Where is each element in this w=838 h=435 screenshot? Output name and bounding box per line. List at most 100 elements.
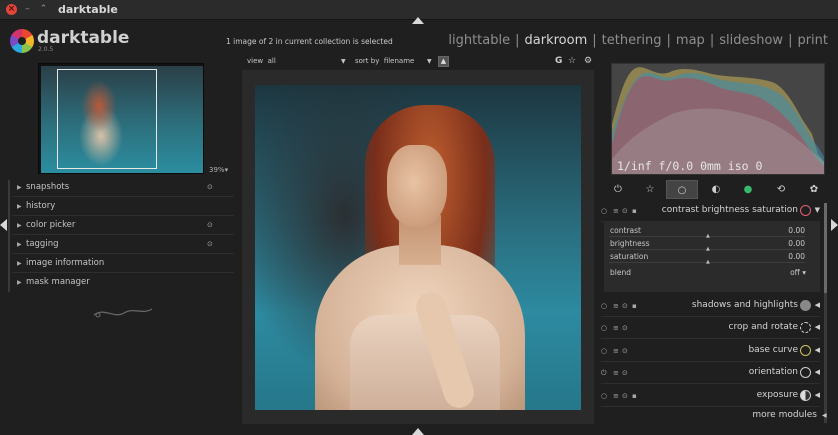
view-lighttable[interactable]: lighttable bbox=[448, 33, 510, 48]
expand-triangle-icon: ◀ bbox=[814, 346, 820, 354]
presets-icon[interactable]: ▪ bbox=[632, 392, 637, 400]
view-separator: | bbox=[515, 33, 520, 48]
power-icon[interactable]: ○ bbox=[601, 207, 607, 215]
curve-icon bbox=[800, 345, 811, 356]
expand-triangle-icon: ◀ bbox=[814, 301, 820, 309]
close-icon: × bbox=[7, 4, 16, 14]
module-contrast-brightness-saturation[interactable]: ○ ≡ ⊙ ▪ contrast brightness saturation ▼ bbox=[601, 201, 820, 222]
maximize-window-button[interactable]: ⌃ bbox=[38, 4, 49, 15]
collapse-triangle-icon: ▼ bbox=[814, 206, 820, 214]
color-icon[interactable]: ● bbox=[732, 180, 764, 199]
module-color-picker[interactable]: ▶ color picker ⊙ bbox=[12, 216, 234, 235]
effect-icon[interactable]: ✿ bbox=[798, 180, 830, 199]
multi-instance-icon[interactable]: ≡ bbox=[613, 369, 619, 377]
reset-icon[interactable]: ⊙ bbox=[622, 392, 628, 400]
reset-icon[interactable]: ⊙ bbox=[622, 324, 628, 332]
contrast-slider[interactable]: contrast 0.00 ▲ bbox=[609, 225, 805, 239]
module-label: color picker bbox=[26, 220, 76, 230]
right-panel-scrollbar[interactable] bbox=[824, 203, 827, 423]
navigation-viewport-rect[interactable] bbox=[57, 69, 157, 169]
expand-triangle-icon: ▶ bbox=[17, 260, 22, 267]
grouping-button[interactable]: G bbox=[555, 56, 562, 66]
zoom-level[interactable]: 39%▾ bbox=[209, 166, 228, 174]
edited-photo[interactable] bbox=[255, 85, 581, 410]
sort-direction-button[interactable]: ▲ bbox=[438, 56, 449, 67]
module-mask-manager[interactable]: ▶ mask manager bbox=[12, 273, 234, 292]
bottom-panel-toggle-icon[interactable] bbox=[412, 428, 424, 435]
exposure-icon bbox=[800, 390, 811, 401]
star-icon[interactable]: ☆ bbox=[568, 56, 576, 66]
star-icon[interactable]: ☆ bbox=[634, 180, 666, 199]
multi-instance-icon[interactable]: ≡ bbox=[613, 347, 619, 355]
view-switcher: lighttable | darkroom | tethering | map | slides… bbox=[448, 33, 828, 48]
minimize-window-button[interactable]: – bbox=[22, 4, 33, 15]
reset-icon[interactable]: ⊙ bbox=[622, 207, 628, 215]
left-panel-toggle-icon[interactable] bbox=[0, 219, 7, 231]
view-separator: | bbox=[788, 33, 793, 48]
close-window-button[interactable]: × bbox=[6, 4, 17, 15]
module-orientation[interactable]: ⏻ ≡ ⊙ orientation ◀ bbox=[601, 363, 820, 384]
right-panel-toggle-icon[interactable] bbox=[831, 219, 838, 231]
presets-icon[interactable]: ▪ bbox=[632, 207, 637, 215]
reset-icon[interactable]: ⊙ bbox=[622, 369, 628, 377]
expand-triangle-icon: ▶ bbox=[17, 184, 22, 191]
scrollbar-thumb[interactable] bbox=[824, 203, 827, 293]
module-label: mask manager bbox=[26, 277, 90, 287]
module-label: tagging bbox=[26, 239, 59, 249]
correct-icon[interactable]: ⟲ bbox=[765, 180, 797, 199]
view-slideshow[interactable]: slideshow bbox=[719, 33, 783, 48]
color-module-icon bbox=[800, 205, 811, 216]
power-icon[interactable]: ○ bbox=[601, 302, 607, 310]
module-history[interactable]: ▶ history bbox=[12, 197, 234, 216]
power-icon[interactable]: ○ bbox=[601, 324, 607, 332]
top-panel-toggle-icon[interactable] bbox=[412, 17, 424, 24]
view-filter[interactable]: view all bbox=[247, 57, 276, 65]
reset-icon[interactable]: ⊙ bbox=[207, 235, 213, 254]
module-base-curve[interactable]: ○ ≡ ⊙ base curve ◀ bbox=[601, 341, 820, 362]
reset-icon[interactable]: ⊙ bbox=[207, 216, 213, 235]
exif-info: 1/inf f/0.0 0mm iso 0 bbox=[617, 159, 763, 173]
blend-mode-select[interactable]: blend off ▾ bbox=[610, 268, 806, 277]
multi-instance-icon[interactable]: ≡ bbox=[613, 302, 619, 310]
multi-instance-icon[interactable]: ≡ bbox=[613, 324, 619, 332]
reset-icon[interactable]: ⊙ bbox=[622, 302, 628, 310]
circle-icon[interactable]: ○ bbox=[666, 180, 698, 199]
navigation-thumbnail[interactable] bbox=[38, 63, 204, 174]
power-icon[interactable]: ○ bbox=[601, 347, 607, 355]
sort-by-filter[interactable]: sort by filename bbox=[355, 57, 414, 65]
view-filter-dropdown-icon[interactable]: ▼ bbox=[341, 58, 346, 65]
power-on-icon[interactable]: ⏻ bbox=[601, 369, 607, 378]
multi-instance-icon[interactable]: ≡ bbox=[613, 207, 619, 215]
module-image-information[interactable]: ▶ image information bbox=[12, 254, 234, 273]
brightness-slider[interactable]: brightness 0.00 ▲ bbox=[609, 238, 805, 252]
tone-icon[interactable]: ◐ bbox=[700, 180, 732, 199]
power-icon[interactable]: ⏻ bbox=[602, 180, 634, 199]
presets-icon[interactable]: ▪ bbox=[632, 302, 637, 310]
preferences-gear-icon[interactable]: ⚙ bbox=[584, 56, 592, 66]
module-snapshots[interactable]: ▶ snapshots ⊙ bbox=[12, 178, 234, 197]
reset-icon[interactable]: ⊙ bbox=[622, 347, 628, 355]
reset-icon[interactable]: ⊙ bbox=[207, 178, 213, 197]
contrast-brightness-saturation-panel: contrast 0.00 ▲ brightness 0.00 ▲ satura… bbox=[604, 221, 820, 292]
more-modules-triangle-icon[interactable]: ◀ bbox=[822, 412, 827, 419]
module-tagging[interactable]: ▶ tagging ⊙ bbox=[12, 235, 234, 254]
sort-dropdown-icon[interactable]: ▼ bbox=[427, 58, 432, 65]
module-shadows-and-highlights[interactable]: ○ ≡ ⊙ ▪ shadows and highlights ◀ bbox=[601, 296, 820, 317]
module-exposure[interactable]: ○ ≡ ⊙ ▪ exposure ◀ bbox=[601, 386, 820, 407]
left-panel-scrollbar[interactable] bbox=[8, 180, 10, 292]
saturation-slider[interactable]: saturation 0.00 ▲ bbox=[609, 251, 805, 265]
app-name: darktable bbox=[37, 28, 130, 48]
view-print[interactable]: print bbox=[797, 33, 828, 48]
expand-triangle-icon: ◀ bbox=[814, 391, 820, 399]
view-darkroom[interactable]: darkroom bbox=[525, 33, 588, 48]
multi-instance-icon[interactable]: ≡ bbox=[613, 392, 619, 400]
module-crop-and-rotate[interactable]: ○ ≡ ⊙ crop and rotate ◀ bbox=[601, 318, 820, 339]
view-map[interactable]: map bbox=[676, 33, 705, 48]
view-tethering[interactable]: tethering bbox=[602, 33, 662, 48]
expand-triangle-icon: ▶ bbox=[17, 203, 22, 210]
minimize-icon: – bbox=[25, 4, 30, 14]
more-modules-button[interactable]: more modules bbox=[752, 410, 817, 420]
slider-knob-icon[interactable]: ▲ bbox=[706, 259, 710, 265]
expand-triangle-icon: ◀ bbox=[814, 368, 820, 376]
power-icon[interactable]: ○ bbox=[601, 392, 607, 400]
